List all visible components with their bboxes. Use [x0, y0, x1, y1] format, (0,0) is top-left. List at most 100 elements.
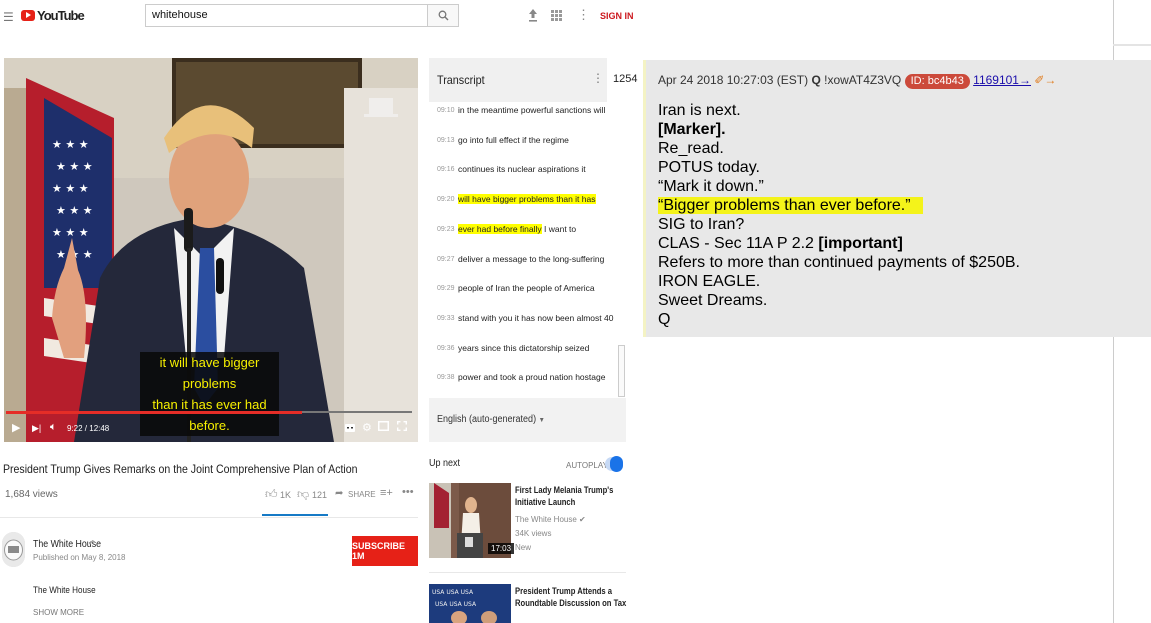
video-description: The White House: [33, 585, 96, 595]
transcript-text: people of Iran the people of America: [458, 283, 595, 293]
channel-avatar[interactable]: [2, 532, 25, 567]
transcript-row[interactable]: 09:13 go into full effect if the regime: [436, 133, 621, 163]
pin-icon[interactable]: ✐→: [1034, 73, 1056, 87]
sentiment-bar: [262, 514, 328, 516]
transcript-time: 09:38: [437, 374, 455, 381]
post-line: Re_read.: [658, 140, 724, 157]
up-next-label: Up next: [429, 458, 461, 469]
up-next-title-line: Roundtable Discussion on Tax: [515, 598, 627, 608]
post-line: POTUS today.: [658, 159, 760, 176]
caption-line-2: than it has ever had before.: [152, 397, 267, 433]
video-caption: it will have bigger problems than it has…: [140, 352, 279, 436]
transcript-row[interactable]: 09:38 power and took a proud nation hosta…: [436, 370, 621, 400]
transcript-row[interactable]: 09:10 in the meantime powerful sanctions …: [436, 103, 621, 133]
transcript-row-highlighted[interactable]: 09:20 will have bigger problems than it h…: [436, 192, 621, 222]
share-button[interactable]: SHARE: [348, 490, 376, 499]
transcript-text: I want to: [541, 224, 577, 234]
up-next-channel: The White House ✔: [515, 515, 586, 524]
post-line: Sweet Dreams.: [658, 292, 768, 309]
transcript-time: 09:20: [437, 196, 455, 203]
post-number: 1254: [613, 73, 638, 85]
more-horiz-icon[interactable]: •••: [402, 486, 414, 498]
post-id-badge[interactable]: ID: bc4b43: [904, 74, 970, 89]
volume-icon[interactable]: 🔈︎: [50, 421, 57, 434]
search-input[interactable]: whitehouse: [145, 4, 428, 27]
published-date: Published on May 8, 2018: [33, 553, 126, 562]
svg-text:★ ★ ★: ★ ★ ★: [56, 160, 93, 173]
fullscreen-icon[interactable]: [397, 421, 407, 434]
sign-in-link[interactable]: SIGN IN: [600, 11, 634, 21]
transcript-text: deliver a message to the long-suffering: [458, 254, 605, 264]
up-next-channel-name: The White House: [515, 515, 577, 524]
svg-text:USA USA USA: USA USA USA: [432, 589, 474, 596]
add-to-playlist-icon[interactable]: ≡+: [380, 487, 393, 499]
post-line: Iran is next.: [658, 102, 741, 119]
apps-icon[interactable]: [551, 9, 562, 24]
post-line: IRON EAGLE.: [658, 273, 761, 290]
verified-icon: ✔: [88, 538, 95, 547]
more-vert-icon[interactable]: ⋮: [577, 7, 590, 23]
play-icon[interactable]: ▶: [12, 421, 20, 434]
dislike-icon[interactable]: 👎︎: [297, 487, 309, 502]
language-label: English (auto-generated): [437, 414, 537, 425]
divider: [1113, 44, 1151, 46]
transcript-scrollbar[interactable]: [618, 345, 625, 397]
theater-mode-icon[interactable]: [378, 421, 389, 434]
transcript-row[interactable]: 09:33 stand with you it has now been almo…: [436, 311, 621, 341]
share-icon[interactable]: ➦: [335, 488, 343, 499]
highlighted-text: “Bigger problems than ever before.”: [658, 197, 923, 214]
svg-text:★ ★ ★: ★ ★ ★: [52, 182, 89, 195]
dislike-count: 121: [312, 490, 328, 500]
up-next-thumbnail[interactable]: USA USA USA USA USA USA: [429, 584, 511, 623]
chevron-down-icon: ▼: [538, 417, 545, 424]
post-line-bold: [important]: [818, 235, 903, 252]
transcript-time: 09:10: [437, 107, 455, 114]
settings-icon[interactable]: ⚙: [362, 421, 372, 434]
video-title: President Trump Gives Remarks on the Joi…: [3, 462, 358, 476]
post-line: “Mark it down.”: [658, 178, 764, 195]
subscribe-button[interactable]: SUBSCRIBE 1M: [352, 536, 418, 566]
post-line: Refers to more than continued payments o…: [658, 254, 1020, 271]
up-next-title-line: First Lady Melania Trump's: [515, 485, 614, 495]
transcript-text: in the meantime powerful sanctions will: [458, 105, 606, 115]
transcript-text: continues its nuclear aspirations it: [458, 164, 586, 174]
transcript-text-highlighted: ever had before finally: [458, 224, 542, 234]
transcript-row-highlighted[interactable]: 09:23 ever had before finally I want to: [436, 222, 621, 252]
subtitles-icon[interactable]: [345, 423, 355, 435]
transcript-text: go into full effect if the regime: [458, 135, 569, 145]
youtube-logo-text[interactable]: YouTube: [37, 8, 85, 23]
up-next-title[interactable]: President Trump Attends a Roundtable Dis…: [515, 585, 626, 609]
post-line: [Marker].: [658, 121, 726, 138]
transcript-menu-icon[interactable]: ⋮: [592, 71, 604, 85]
language-select[interactable]: English (auto-generated) ▼: [437, 414, 545, 425]
menu-icon[interactable]: ☰: [3, 10, 14, 24]
view-count: 1,684 views: [5, 489, 58, 500]
svg-text:★ ★ ★: ★ ★ ★: [52, 226, 89, 239]
post-line: CLAS - Sec 11A P 2.2 [important]: [658, 234, 903, 253]
search-icon: [438, 10, 448, 21]
post-line: Q: [658, 311, 671, 328]
upload-icon[interactable]: [528, 9, 538, 25]
next-icon[interactable]: ▶|: [32, 423, 41, 434]
transcript-row[interactable]: 09:29 people of Iran the people of Americ…: [436, 281, 621, 311]
up-next-title[interactable]: First Lady Melania Trump's Initiative La…: [515, 484, 613, 508]
video-time: 9:22 / 12:48: [67, 424, 110, 433]
post-author: Q: [811, 73, 821, 87]
transcript-time: 09:13: [437, 137, 455, 144]
up-next-title-line: Initiative Launch: [515, 497, 576, 507]
post-reply-link[interactable]: 1169101→: [973, 73, 1031, 87]
search-button[interactable]: [428, 4, 459, 27]
transcript-row[interactable]: 09:16 continues its nuclear aspirations i…: [436, 162, 621, 192]
autoplay-label: AUTOPLAY: [566, 461, 608, 470]
like-icon[interactable]: 👍︎: [265, 487, 278, 502]
transcript-time: 09:16: [437, 166, 455, 173]
transcript-row[interactable]: 09:27 deliver a message to the long-suffe…: [436, 252, 621, 282]
post-header: Apr 24 2018 10:27:03 (EST) Q !xowAT4Z3VQ…: [658, 73, 1056, 89]
transcript-time: 09:36: [437, 345, 455, 352]
autoplay-toggle-knob: [610, 456, 623, 472]
up-next-title-line: President Trump Attends a: [515, 586, 613, 596]
transcript-text: stand with you it has now been almost 40: [458, 313, 614, 323]
transcript-row[interactable]: 09:36 years since this dictatorship seize…: [436, 341, 621, 371]
divider: [0, 517, 418, 518]
show-more-button[interactable]: SHOW MORE: [33, 608, 84, 617]
